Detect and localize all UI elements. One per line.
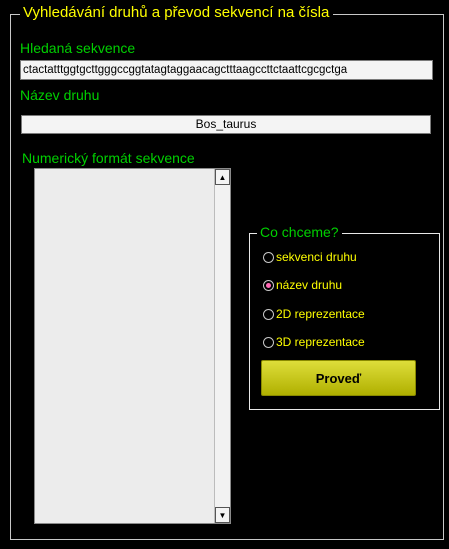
- arrow-down-icon: ▼: [218, 510, 227, 520]
- numeric-format-label: Numerický formát sekvence: [22, 150, 195, 166]
- numeric-output-list[interactable]: ▲ ▼: [34, 168, 231, 524]
- sequence-input[interactable]: [20, 60, 433, 80]
- radio-button-icon[interactable]: [263, 336, 274, 348]
- radio-button-icon[interactable]: [263, 308, 274, 320]
- radio-label: název druhu: [276, 278, 343, 292]
- radio-label: 3D reprezentace: [276, 335, 365, 349]
- radio-2d-representation[interactable]: 2D reprezentace: [263, 306, 365, 322]
- panel-title: Vyhledávání druhů a převod sekvencí na č…: [20, 4, 334, 22]
- radio-3d-representation[interactable]: 3D reprezentace: [263, 334, 365, 350]
- radio-label: sekvenci druhu: [276, 250, 357, 264]
- execute-button[interactable]: Proveď: [261, 360, 416, 396]
- scroll-up-button[interactable]: ▲: [215, 169, 230, 185]
- vertical-scrollbar[interactable]: ▲ ▼: [214, 169, 230, 523]
- scroll-down-button[interactable]: ▼: [215, 507, 230, 523]
- radio-button-checked-icon[interactable]: [263, 279, 274, 291]
- species-name-field[interactable]: Bos_taurus: [21, 115, 431, 134]
- choice-group-title: Co chceme?: [257, 224, 342, 240]
- sequence-label: Hledaná sekvence: [20, 40, 136, 56]
- radio-sequence-of-species[interactable]: sekvenci druhu: [263, 249, 357, 265]
- arrow-up-icon: ▲: [218, 172, 227, 182]
- species-label: Název druhu: [20, 87, 100, 103]
- radio-species-name[interactable]: název druhu: [263, 277, 342, 293]
- radio-label: 2D reprezentace: [276, 307, 365, 321]
- radio-button-icon[interactable]: [263, 251, 274, 263]
